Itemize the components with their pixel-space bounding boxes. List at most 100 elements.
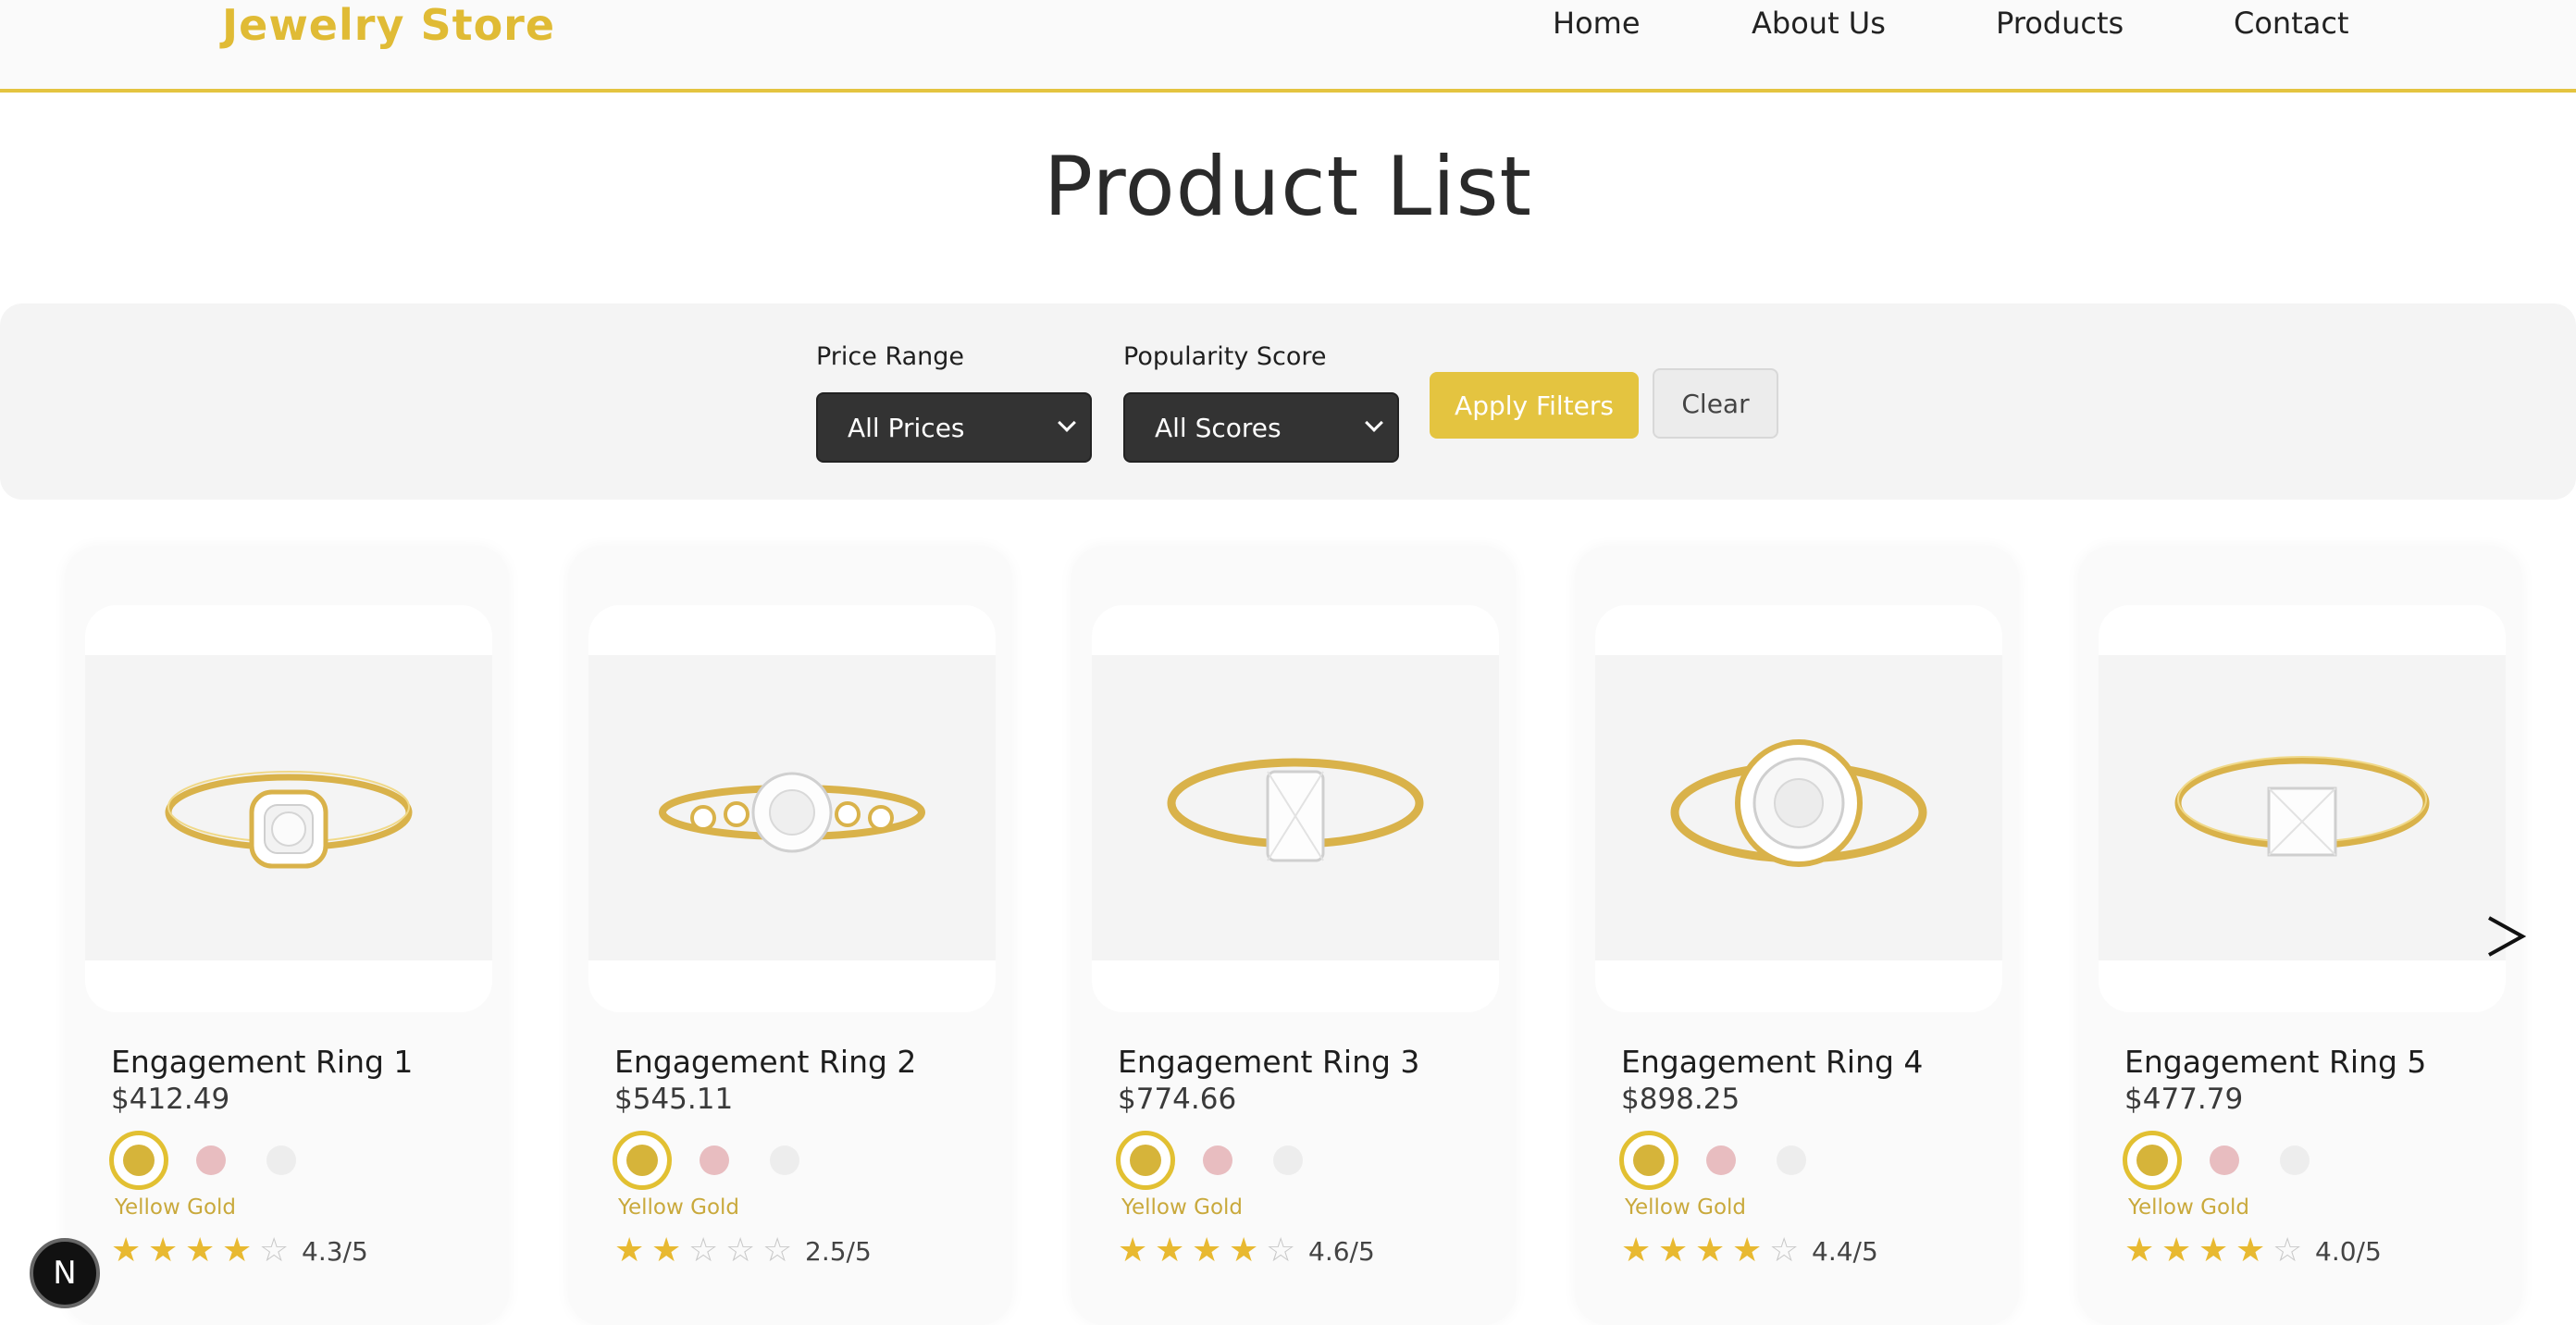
metal-label: Yellow Gold: [1625, 1195, 1747, 1220]
swatch-white-gold[interactable]: [1273, 1145, 1303, 1175]
rating-value: 4.0/5: [2315, 1236, 2382, 1267]
product-price: $898.25: [1621, 1083, 1740, 1116]
product-image-frame[interactable]: [588, 605, 996, 1012]
star-icon: ★: [2198, 1232, 2229, 1269]
metal-label: Yellow Gold: [1121, 1195, 1244, 1220]
star-icon: ☆: [688, 1232, 719, 1269]
star-icon: ★: [2161, 1232, 2192, 1269]
rating-stars: ★ ★ ★ ★ ☆: [1118, 1232, 1303, 1269]
chevron-down-icon: [1365, 414, 1383, 432]
chevron-right-icon[interactable]: [2485, 909, 2526, 964]
swatch-rose-gold[interactable]: [1706, 1145, 1736, 1175]
product-image-frame[interactable]: [85, 605, 492, 1012]
swatch-white-gold[interactable]: [266, 1145, 296, 1175]
swatch-rose-gold[interactable]: [2210, 1145, 2239, 1175]
product-image: [1595, 655, 2002, 960]
star-icon: ★: [1155, 1232, 1185, 1269]
product-image-frame[interactable]: [1595, 605, 2002, 1012]
rating-stars: ★ ★ ★ ★ ☆: [111, 1232, 296, 1269]
rating-value: 4.4/5: [1812, 1236, 1878, 1267]
ring-image: [2174, 756, 2430, 857]
rating-stars: ★ ★ ★ ★ ☆: [1621, 1232, 1806, 1269]
apply-filters-button[interactable]: Apply Filters: [1430, 372, 1639, 439]
ring-image: [659, 772, 925, 853]
chevron-down-icon: [1058, 414, 1076, 432]
star-icon: ☆: [1769, 1232, 1800, 1269]
product-name[interactable]: Engagement Ring 5: [2124, 1044, 2426, 1080]
product-card[interactable]: Engagement Ring 3 $774.66 Yellow Gold ★ ★ ★ ★ ☆…: [1071, 546, 1516, 1325]
next-badge-icon[interactable]: N: [30, 1238, 100, 1308]
star-icon: ★: [2235, 1232, 2266, 1269]
ring-image: [165, 771, 413, 869]
popularity-score-select[interactable]: All Scores: [1123, 392, 1399, 463]
swatch-yellow-gold[interactable]: [1116, 1131, 1175, 1190]
clear-filters-button[interactable]: Clear: [1653, 368, 1778, 439]
star-icon: ★: [1229, 1232, 1259, 1269]
brand-logo[interactable]: Jewelry Store: [222, 0, 555, 50]
metal-label: Yellow Gold: [2128, 1195, 2250, 1220]
star-icon: ★: [185, 1232, 216, 1269]
product-image: [85, 655, 492, 960]
metal-label: Yellow Gold: [115, 1195, 237, 1220]
star-icon: ☆: [259, 1232, 290, 1269]
rating-value: 4.6/5: [1308, 1236, 1375, 1267]
product-price: $774.66: [1118, 1083, 1237, 1116]
swatch-yellow-gold[interactable]: [1619, 1131, 1678, 1190]
metal-label: Yellow Gold: [618, 1195, 740, 1220]
price-range-select[interactable]: All Prices: [816, 392, 1092, 463]
swatch-yellow-gold[interactable]: [613, 1131, 672, 1190]
star-icon: ★: [651, 1232, 682, 1269]
rating-value: 2.5/5: [805, 1236, 872, 1267]
price-range-value: All Prices: [848, 413, 965, 443]
nav-home[interactable]: Home: [1553, 6, 1641, 41]
product-image: [588, 655, 996, 960]
product-name[interactable]: Engagement Ring 1: [111, 1044, 413, 1080]
product-image-frame[interactable]: [2099, 605, 2506, 1012]
star-icon: ★: [148, 1232, 179, 1269]
ring-image: [1167, 758, 1424, 862]
star-icon: ★: [222, 1232, 253, 1269]
nav-contact[interactable]: Contact: [2234, 6, 2349, 41]
star-icon: ★: [2124, 1232, 2155, 1269]
star-icon: ★: [1658, 1232, 1689, 1269]
rating-stars: ★ ★ ☆ ☆ ☆: [614, 1232, 799, 1269]
rating-stars: ★ ★ ★ ★ ☆: [2124, 1232, 2310, 1269]
product-image: [1092, 655, 1499, 960]
star-icon: ★: [1621, 1232, 1652, 1269]
product-card[interactable]: Engagement Ring 1 $412.49 Yellow Gold ★ ★ ★ ★ ☆…: [65, 546, 509, 1325]
swatch-yellow-gold[interactable]: [2123, 1131, 2182, 1190]
product-name[interactable]: Engagement Ring 4: [1621, 1044, 1923, 1080]
swatch-white-gold[interactable]: [770, 1145, 799, 1175]
star-icon: ☆: [1266, 1232, 1296, 1269]
product-card[interactable]: Engagement Ring 5 $477.79 Yellow Gold ★ ★ ★ ★ ☆…: [2078, 546, 2522, 1325]
rating-value: 4.3/5: [302, 1236, 368, 1267]
star-icon: ★: [1732, 1232, 1763, 1269]
price-range-label: Price Range: [816, 342, 965, 371]
swatch-rose-gold[interactable]: [700, 1145, 729, 1175]
ring-image: [1670, 739, 1927, 867]
product-name[interactable]: Engagement Ring 2: [614, 1044, 916, 1080]
swatch-white-gold[interactable]: [2280, 1145, 2310, 1175]
page-title: Product List: [1044, 139, 1532, 234]
site-header: Jewelry Store Home About Us Products Con…: [0, 0, 2576, 93]
star-icon: ★: [111, 1232, 142, 1269]
product-image-frame[interactable]: [1092, 605, 1499, 1012]
star-icon: ★: [614, 1232, 645, 1269]
product-price: $477.79: [2124, 1083, 2244, 1116]
product-card[interactable]: Engagement Ring 2 $545.11 Yellow Gold ★ ★ ☆ ☆ ☆…: [568, 546, 1012, 1325]
swatch-rose-gold[interactable]: [1203, 1145, 1232, 1175]
star-icon: ☆: [725, 1232, 756, 1269]
popularity-score-label: Popularity Score: [1123, 342, 1327, 371]
swatch-rose-gold[interactable]: [196, 1145, 226, 1175]
swatch-yellow-gold[interactable]: [109, 1131, 168, 1190]
popularity-score-value: All Scores: [1155, 413, 1282, 443]
nav-products[interactable]: Products: [1996, 6, 2124, 41]
product-card[interactable]: Engagement Ring 4 $898.25 Yellow Gold ★ ★ ★ ★ ☆…: [1575, 546, 2019, 1325]
product-name[interactable]: Engagement Ring 3: [1118, 1044, 1419, 1080]
filter-bar: Price Range All Prices Popularity Score …: [0, 303, 2576, 500]
star-icon: ★: [1118, 1232, 1148, 1269]
nav-about-us[interactable]: About Us: [1752, 6, 1886, 41]
product-price: $545.11: [614, 1083, 734, 1116]
swatch-white-gold[interactable]: [1777, 1145, 1806, 1175]
product-price: $412.49: [111, 1083, 230, 1116]
